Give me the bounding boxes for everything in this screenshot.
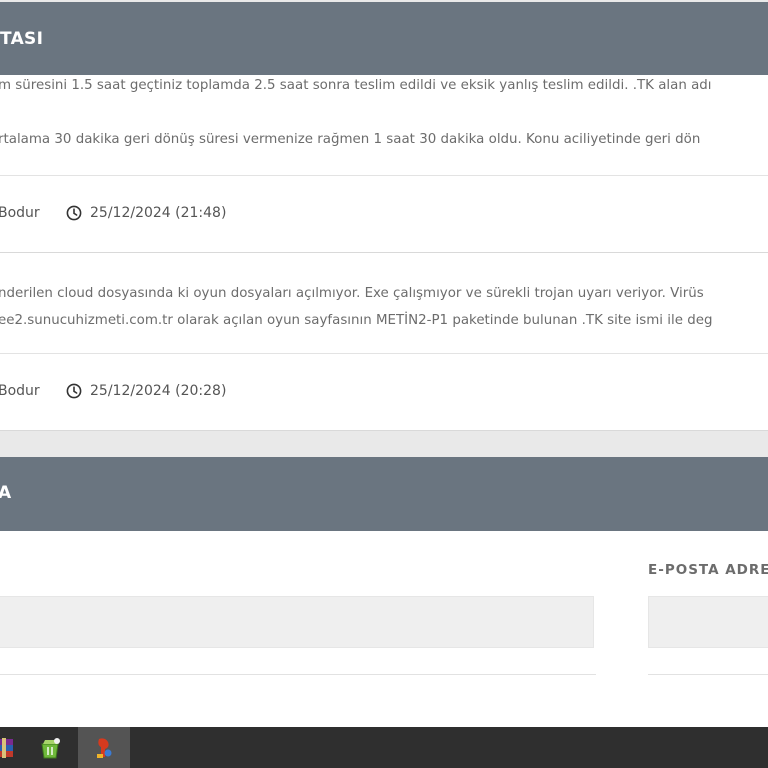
divider <box>648 674 768 675</box>
red-app-icon <box>97 737 112 758</box>
message-author: Bodur <box>0 205 40 221</box>
taskbar-app-winrar[interactable] <box>0 727 26 768</box>
recycle-app-icon <box>41 737 60 758</box>
message-text-line: rtalama 30 dakika geri dönüş süresi verm… <box>0 132 701 147</box>
taskbar-app-recycle[interactable] <box>30 727 70 768</box>
reply-form-title: A <box>0 483 12 503</box>
message-author: Bodur <box>0 383 40 399</box>
message-text-line: ee2.sunucuhizmeti.com.tr olarak açılan o… <box>0 313 713 328</box>
email-label: E-POSTA ADRE <box>648 562 768 578</box>
message-timestamp: 25/12/2024 (21:48) <box>66 205 226 221</box>
email-input[interactable] <box>648 596 768 648</box>
message-text-line: m süresini 1.5 saat geçtiniz toplamda 2.… <box>0 78 712 93</box>
message-body: nderilen cloud dosyasında ki oyun dosyal… <box>0 253 768 353</box>
message-meta: Bodur 25/12/2024 (21:48) <box>0 175 768 253</box>
message-body: m süresini 1.5 saat geçtiniz toplamda 2.… <box>0 75 768 175</box>
divider <box>0 674 596 675</box>
name-input[interactable] <box>0 596 594 648</box>
reply-form: E-POSTA ADRE <box>0 531 768 727</box>
message-timestamp: 25/12/2024 (20:28) <box>66 383 226 399</box>
clock-icon <box>66 383 82 399</box>
ticket-history-title: TASI <box>0 29 44 49</box>
reply-form-header: A <box>0 457 768 531</box>
message-timestamp-text: 25/12/2024 (20:28) <box>90 383 227 399</box>
clock-icon <box>66 205 82 221</box>
ticket-history-header: TASI <box>0 2 768 75</box>
winrar-icon <box>0 737 13 758</box>
page: TASI m süresini 1.5 saat geçtiniz toplam… <box>0 0 768 768</box>
message-meta: Bodur 25/12/2024 (20:28) <box>0 353 768 431</box>
message-text-line: nderilen cloud dosyasında ki oyun dosyal… <box>0 286 704 301</box>
taskbar-app-active[interactable] <box>78 727 130 768</box>
taskbar <box>0 727 768 768</box>
message-timestamp-text: 25/12/2024 (21:48) <box>90 205 227 221</box>
